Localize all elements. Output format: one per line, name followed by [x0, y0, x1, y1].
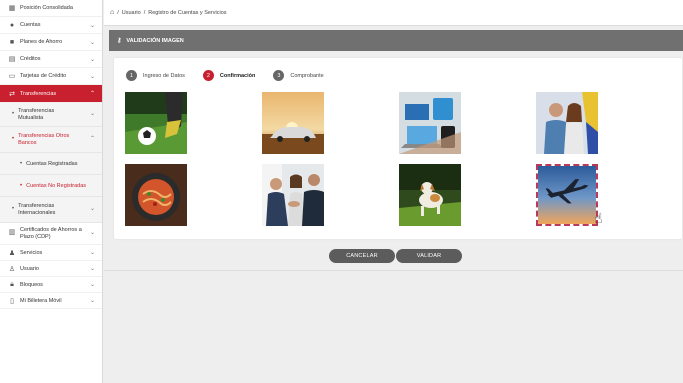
validation-card: 1 Ingreso de Datos 2 Confirmación 3 Comp… — [114, 58, 682, 239]
submenu-item-label: Transferencias Internacionales — [18, 203, 56, 216]
sidebar-item-label: Transferencias — [20, 90, 57, 97]
sidebar-item-creditos[interactable]: ▤ Créditos ⌄ — [0, 51, 102, 68]
main-content: ⌂ / Usuario / Registro de Cuentas y Serv… — [104, 0, 683, 383]
sidebar-item-label: Certificados de Ahorros a Plazo (CDP) — [20, 227, 82, 240]
sidebar-item-label: Créditos — [20, 56, 41, 62]
key-icon: ⚷ — [117, 38, 122, 44]
sidebar-item-billetera[interactable]: ▯ Mi Billetera Móvil ⌄ — [0, 293, 102, 309]
transferencias-submenu: • Transferencias Mutualista ⌄ • Transfer… — [0, 103, 102, 223]
validate-button[interactable]: VALIDAR — [396, 249, 462, 263]
step-number: 2 — [202, 70, 214, 81]
step-comprobante: 3 Comprobante — [273, 70, 324, 81]
chevron-down-icon: ⌄ — [89, 266, 95, 272]
step-label: Ingreso de Datos — [143, 72, 185, 79]
submenu-item-label: Transferencias Mutualista — [18, 108, 55, 121]
lock-icon: 🔒︎ — [10, 280, 14, 288]
action-bar: CANCELAR VALIDAR — [104, 249, 683, 271]
submenu-item-label: Cuentas Registradas — [26, 160, 78, 167]
submenu-item-cuentas-registradas[interactable]: • Cuentas Registradas — [0, 153, 102, 175]
soccer-image[interactable] — [125, 92, 187, 154]
step-label: Confirmación — [219, 72, 256, 79]
sidebar: ▦ Posición Consolidada ● Cuentas ⌄ ■ Pla… — [0, 0, 103, 383]
sidebar-item-label: Tarjetas de Crédito — [20, 73, 67, 79]
sidebar-item-certificados[interactable]: ▥ Certificados de Ahorros a Plazo (CDP) … — [0, 223, 102, 245]
user-icon: ♙ — [8, 265, 16, 273]
sidebar-item-label: Servicios — [20, 249, 43, 256]
sidebar-item-label: Posición Consolidada — [20, 5, 73, 11]
chevron-down-icon: ⌄ — [89, 111, 95, 118]
bullet-icon: • — [20, 182, 23, 189]
breadcrumb-separator: / — [117, 9, 119, 16]
sidebar-item-usuario[interactable]: ♙ Usuario ⌄ — [0, 261, 102, 277]
sidebar-item-planes[interactable]: ■ Planes de Ahorro ⌄ — [0, 34, 102, 51]
chevron-down-icon: ⌄ — [89, 206, 95, 213]
hand-cursor-icon: ☝︎ — [594, 210, 603, 226]
sidebar-item-label: Bloqueos — [20, 281, 43, 288]
submenu-item-otros-bancos[interactable]: • Transferencias Otros Bancos ⌃ — [0, 127, 102, 153]
submenu-item-cuentas-no-registradas[interactable]: • Cuentas No Registradas — [0, 175, 102, 197]
chevron-down-icon: ⌄ — [89, 250, 95, 256]
app-root: ▦ Posición Consolidada ● Cuentas ⌄ ■ Pla… — [0, 0, 683, 383]
business-handshake-image[interactable] — [262, 164, 324, 226]
credit-icon: ▤ — [8, 56, 16, 63]
step-confirmacion: 2 Confirmación — [202, 70, 256, 81]
breadcrumb-item-usuario[interactable]: Usuario — [122, 10, 141, 16]
pasta-image[interactable] — [125, 164, 187, 226]
steps-indicator: 1 Ingreso de Datos 2 Confirmación 3 Comp… — [126, 70, 342, 81]
submenu-item-mutualista[interactable]: • Transferencias Mutualista ⌄ — [0, 103, 102, 127]
sidebar-item-transferencias[interactable]: ⇄ Transferencias ⌃ — [0, 85, 102, 103]
breadcrumb-item-registro: Registro de Cuentas y Servicios — [148, 9, 227, 16]
sidebar-item-label: Cuentas — [20, 22, 41, 28]
chevron-down-icon: ⌄ — [89, 22, 95, 29]
chevron-down-icon: ⌄ — [89, 73, 95, 80]
chevron-up-icon: ⌃ — [89, 91, 95, 97]
couple-image[interactable] — [536, 92, 598, 154]
dog-image[interactable] — [399, 164, 461, 226]
mobile-icon: ▯ — [10, 297, 14, 305]
devices-image[interactable] — [399, 92, 461, 154]
sidebar-item-bloqueos[interactable]: 🔒︎ Bloqueos ⌄ — [0, 277, 102, 293]
submenu-item-label: Transferencias Otros Bancos — [18, 133, 70, 146]
step-number: 3 — [273, 70, 285, 81]
transfer-icon: ⇄ — [9, 90, 15, 98]
car-sunset-image[interactable] — [262, 92, 324, 154]
services-icon: ♟ — [8, 249, 16, 257]
panel-header: ⚷ VALIDACIÓN IMAGEN — [109, 30, 683, 51]
dashboard-icon: ▦ — [8, 5, 16, 12]
step-ingreso: 1 Ingreso de Datos — [126, 70, 185, 81]
submenu-item-label: Cuentas No Registradas — [26, 182, 87, 189]
chevron-down-icon: ⌄ — [89, 39, 95, 46]
chevron-down-icon: ⌄ — [89, 230, 95, 237]
bullet-icon: • — [12, 206, 15, 213]
savings-icon: ■ — [9, 38, 15, 46]
sidebar-item-tarjetas[interactable]: ▭ Tarjetas de Crédito ⌄ — [0, 68, 102, 85]
otros-bancos-submenu: • Cuentas Registradas • Cuentas No Regis… — [0, 153, 102, 197]
panel-title: VALIDACIÓN IMAGEN — [126, 37, 184, 44]
cancel-button[interactable]: CANCELAR — [329, 249, 395, 263]
submenu-item-internacionales[interactable]: • Transferencias Internacionales ⌄ — [0, 197, 102, 223]
breadcrumb: ⌂ / Usuario / Registro de Cuentas y Serv… — [104, 0, 683, 26]
bullet-icon: • — [12, 111, 15, 118]
bullet-icon: • — [20, 160, 23, 167]
sidebar-item-label: Planes de Ahorro — [20, 39, 63, 45]
sidebar-item-servicios[interactable]: ♟ Servicios ⌄ — [0, 245, 102, 261]
sidebar-item-label: Mi Billetera Móvil — [20, 297, 62, 304]
chevron-up-icon: ⌃ — [89, 136, 95, 143]
card-icon: ▭ — [8, 73, 16, 80]
chevron-down-icon: ⌄ — [89, 298, 95, 304]
breadcrumb-separator: / — [143, 9, 146, 16]
certificate-icon: ▥ — [8, 229, 16, 237]
step-number: 1 — [126, 70, 137, 81]
accounts-icon: ● — [9, 21, 15, 29]
sidebar-item-label: Usuario — [20, 265, 39, 272]
step-label: Comprobante — [290, 72, 324, 79]
image-grid — [125, 92, 605, 229]
home-icon[interactable]: ⌂ — [110, 9, 114, 16]
chevron-down-icon: ⌄ — [89, 282, 95, 288]
bullet-icon: • — [12, 136, 15, 143]
chevron-down-icon: ⌄ — [89, 56, 95, 63]
airplane-image[interactable] — [536, 164, 598, 226]
sidebar-item-posicion[interactable]: ▦ Posición Consolidada — [0, 0, 102, 17]
sidebar-item-cuentas[interactable]: ● Cuentas ⌄ — [0, 17, 102, 34]
